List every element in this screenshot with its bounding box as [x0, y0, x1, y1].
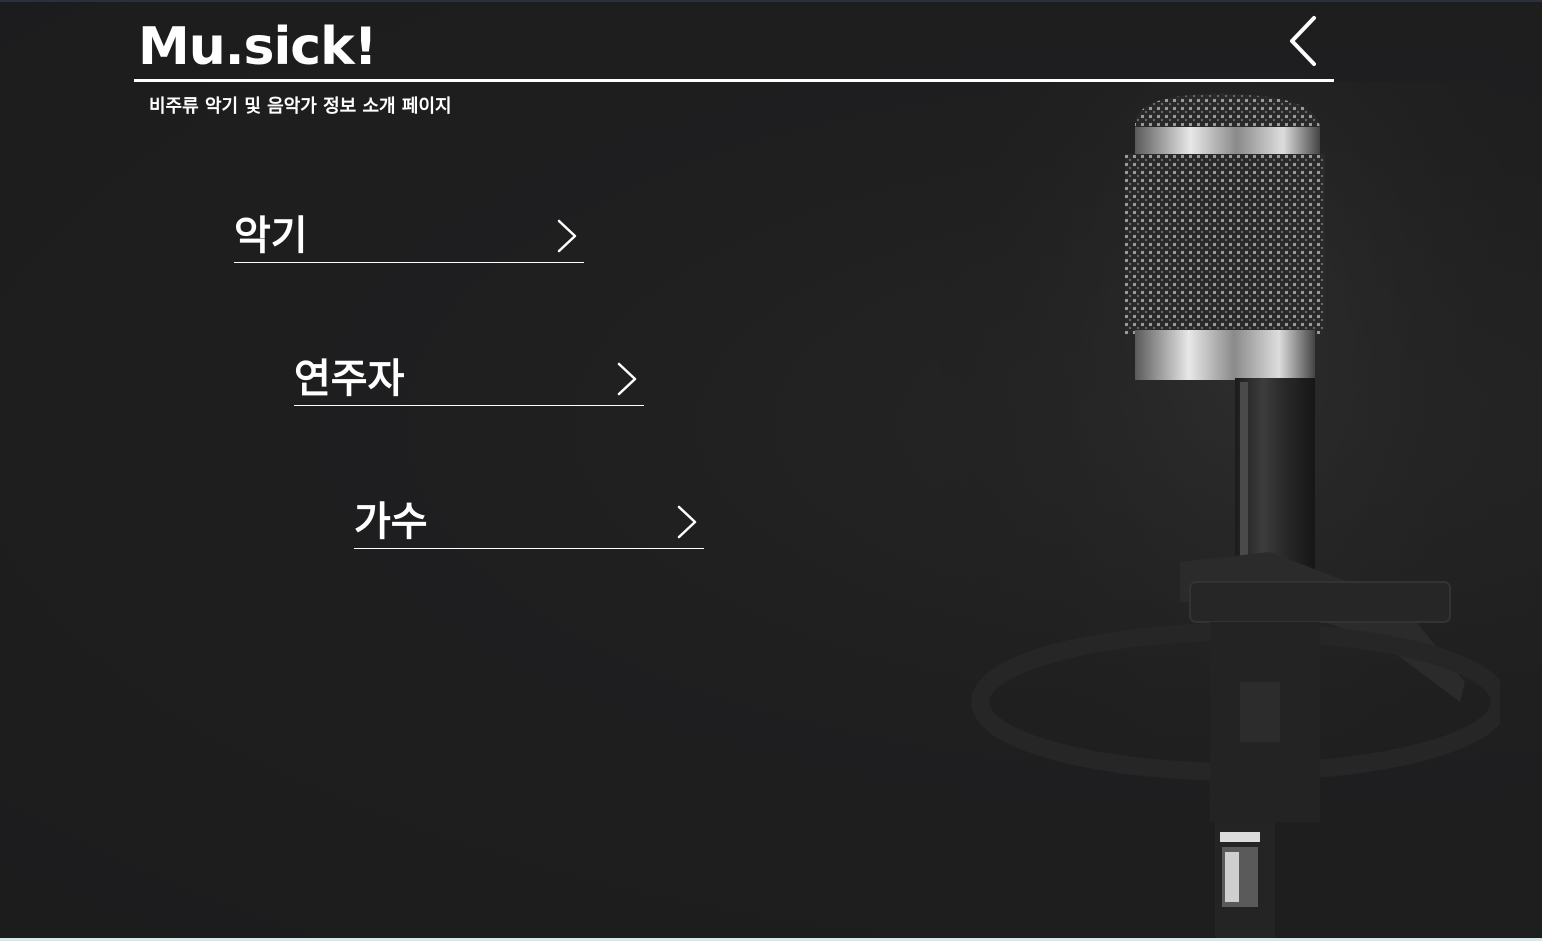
- menu-item-label: 가수: [354, 499, 428, 545]
- chevron-left-icon: [1290, 16, 1316, 66]
- back-button[interactable]: [1282, 14, 1326, 68]
- header-divider: [134, 79, 1334, 82]
- menu-item-performers[interactable]: 연주자: [294, 353, 644, 406]
- microphone-image: [940, 82, 1500, 941]
- menu-item-label: 연주자: [294, 356, 405, 402]
- menu-item-singers[interactable]: 가수: [354, 496, 704, 549]
- page: Mu.sick! 비주류 악기 및 음악가 정보 소개 페이지 악기 연주자 가…: [0, 0, 1542, 941]
- menu-item-label: 악기: [234, 213, 308, 259]
- menu-item-instruments[interactable]: 악기: [234, 210, 584, 263]
- chevron-right-icon: [617, 362, 637, 396]
- site-logo[interactable]: Mu.sick!: [138, 14, 377, 80]
- chevron-right-icon: [677, 505, 697, 539]
- chevron-right-icon: [557, 219, 577, 253]
- page-subtitle: 비주류 악기 및 음악가 정보 소개 페이지: [149, 96, 452, 117]
